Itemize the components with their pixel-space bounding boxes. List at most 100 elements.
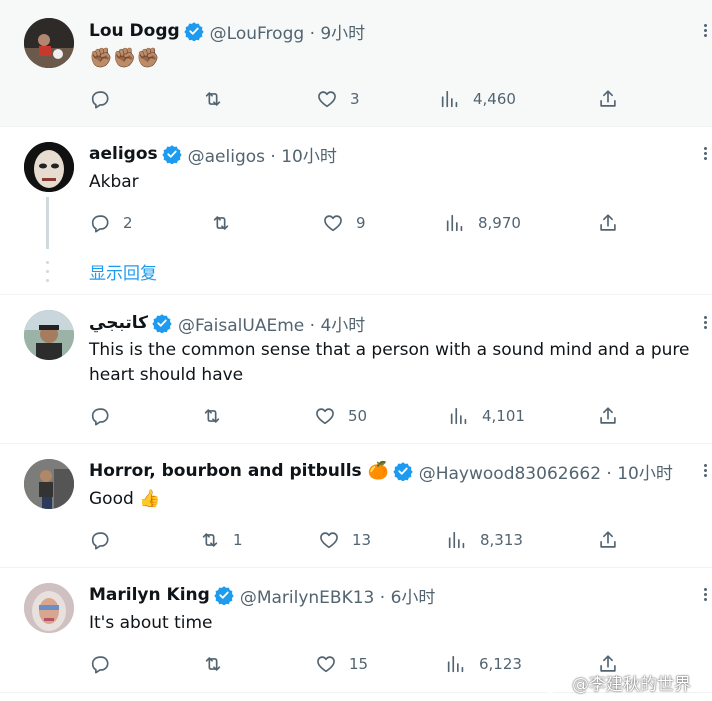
like-button[interactable]: 3 [316, 87, 360, 111]
retweet-button[interactable] [202, 87, 236, 111]
show-replies-link[interactable]: 显示回复 [89, 259, 157, 284]
tweet-text: It's about time [89, 613, 213, 633]
author-handle-time[interactable]: @Haywood83062662 · 10小时 [419, 459, 673, 484]
reply-count: 2 [123, 214, 133, 232]
heart-icon [320, 532, 338, 549]
retweet-icon [213, 216, 229, 230]
thread-line [46, 197, 49, 249]
tweet-2[interactable]: aeligos @aeligos · 10小时 Akbar 2 9 8,970 … [0, 127, 712, 295]
author-handle-time[interactable]: @MarilynEBK13 · 6小时 [240, 583, 436, 608]
retweet-icon [205, 92, 221, 106]
share-icon [600, 407, 616, 424]
view-count: 8,313 [480, 531, 523, 549]
tweet-1[interactable]: Lou Dogg @LouFrogg · 9小时 ✊🏽✊🏽✊🏽 3 4,460 [0, 0, 712, 127]
like-button[interactable]: 9 [322, 211, 366, 235]
author-name[interactable]: كاتبجي [89, 313, 148, 333]
heart-icon [317, 656, 335, 673]
retweet-icon [204, 409, 220, 423]
tweet-4[interactable]: Horror, bourbon and pitbulls 🍊 @Haywood8… [0, 444, 712, 568]
verified-badge-icon [214, 586, 234, 605]
tweet-text: ✊🏽✊🏽✊🏽 [89, 47, 160, 69]
heart-icon [324, 215, 342, 232]
share-button[interactable] [597, 211, 619, 235]
views-button[interactable]: 4,460 [439, 87, 516, 111]
like-count: 9 [356, 214, 366, 232]
views-chart-icon [447, 655, 464, 673]
retweet-button[interactable]: 1 [199, 528, 243, 552]
views-chart-icon [448, 531, 465, 549]
author-name[interactable]: Marilyn King [89, 585, 210, 605]
views-chart-icon [446, 214, 463, 232]
author-name[interactable]: Horror, bourbon and pitbulls 🍊 [89, 461, 389, 481]
view-count: 8,970 [478, 214, 521, 232]
author-name[interactable]: aeligos [89, 144, 158, 164]
like-count: 50 [348, 407, 368, 425]
reply-button[interactable]: 2 [89, 211, 133, 235]
more-options-icon[interactable] [704, 586, 712, 606]
tweet-text: Akbar [89, 172, 139, 192]
heart-icon [316, 408, 334, 425]
retweet-icon [205, 657, 221, 671]
view-count: 4,101 [482, 407, 525, 425]
more-options-icon[interactable] [704, 22, 712, 42]
reply-button[interactable] [89, 652, 123, 676]
share-button[interactable] [597, 87, 619, 111]
verified-badge-icon [161, 145, 182, 164]
share-icon [600, 214, 616, 231]
author-handle-time[interactable]: @LouFrogg · 9小时 [210, 19, 366, 44]
like-count: 13 [352, 531, 372, 549]
avatar[interactable] [24, 310, 74, 360]
author-handle-time[interactable]: @aeligos · 10小时 [188, 142, 337, 167]
like-count: 15 [349, 655, 369, 673]
retweet-button[interactable] [202, 652, 236, 676]
share-icon [600, 90, 616, 107]
retweet-icon [202, 533, 218, 547]
view-count: 6,123 [479, 655, 522, 673]
verified-badge-icon [152, 314, 172, 333]
author-handle-time[interactable]: @FaisalUAEme · 4小时 [178, 311, 365, 336]
views-button[interactable]: 6,123 [445, 652, 522, 676]
avatar[interactable] [24, 459, 74, 509]
views-chart-icon [441, 90, 458, 108]
watermark-text: @李建秋的世界 [572, 675, 691, 695]
reply-button[interactable] [89, 87, 123, 111]
retweet-button[interactable] [210, 211, 244, 235]
reply-icon [91, 656, 109, 674]
like-button[interactable]: 13 [318, 528, 371, 552]
views-button[interactable]: 4,101 [448, 404, 525, 428]
heart-icon [318, 91, 336, 108]
views-button[interactable]: 8,970 [444, 211, 521, 235]
like-button[interactable]: 15 [315, 652, 368, 676]
views-button[interactable]: 8,313 [446, 528, 523, 552]
reply-button[interactable] [89, 528, 123, 552]
retweet-count: 1 [233, 531, 243, 549]
reply-button[interactable] [89, 404, 123, 428]
avatar[interactable] [24, 18, 74, 68]
share-icon [600, 531, 616, 548]
thread-dots [46, 261, 49, 288]
share-button[interactable] [597, 528, 619, 552]
reply-icon [91, 532, 109, 550]
more-options-icon[interactable] [704, 314, 712, 334]
author-name[interactable]: Lou Dogg [89, 21, 180, 41]
reply-icon [91, 91, 109, 109]
share-button[interactable] [597, 404, 619, 428]
verified-badge-icon [184, 22, 204, 41]
watermark: @李建秋的世界 [538, 670, 691, 695]
more-options-icon[interactable] [704, 145, 712, 165]
reply-icon [91, 215, 109, 233]
more-options-icon[interactable] [704, 462, 712, 482]
tweet-3[interactable]: كاتبجي @FaisalUAEme · 4小时 This is the co… [0, 295, 712, 444]
like-count: 3 [350, 90, 360, 108]
retweet-button[interactable] [201, 404, 235, 428]
avatar[interactable] [24, 142, 74, 192]
verified-badge-icon [393, 462, 413, 481]
like-button[interactable]: 50 [314, 404, 367, 428]
tweet-text: Good 👍 [89, 489, 161, 509]
view-count: 4,460 [473, 90, 516, 108]
avatar[interactable] [24, 583, 74, 633]
weibo-logo-icon [539, 674, 566, 693]
reply-icon [91, 408, 109, 426]
views-chart-icon [450, 407, 467, 425]
tweet-text: This is the common sense that a person w… [89, 340, 695, 385]
